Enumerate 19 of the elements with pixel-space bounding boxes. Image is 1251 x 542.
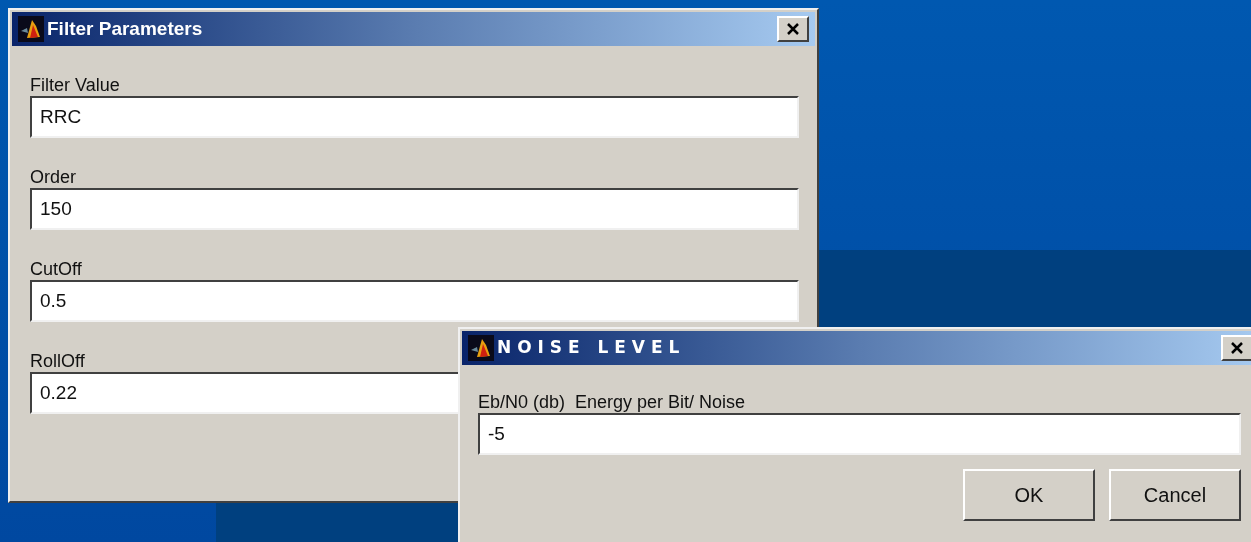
text-field[interactable]: 0.5	[30, 280, 799, 322]
dialog-button[interactable]: Cancel	[1109, 469, 1241, 521]
app-logo-icon	[468, 335, 494, 361]
dialog-button[interactable]: OK	[963, 469, 1095, 521]
field-label: Filter Value	[30, 74, 120, 96]
field-label: CutOff	[30, 258, 82, 280]
field-label: Eb/N0 (db) Energy per Bit/ Noise	[478, 391, 746, 413]
close-icon	[1230, 341, 1244, 355]
close-icon	[786, 22, 800, 36]
app-logo-icon	[18, 16, 44, 42]
window-title: NOISE LEVEL	[497, 336, 686, 360]
window-title: Filter Parameters	[47, 16, 203, 41]
text-field[interactable]: -5	[478, 413, 1241, 455]
field-label: Order	[30, 166, 76, 188]
close-button[interactable]	[1221, 335, 1251, 361]
text-field[interactable]: 150	[30, 188, 799, 230]
field-label: RollOff	[30, 350, 85, 372]
text-field[interactable]: RRC	[30, 96, 799, 138]
close-button[interactable]	[777, 16, 809, 42]
